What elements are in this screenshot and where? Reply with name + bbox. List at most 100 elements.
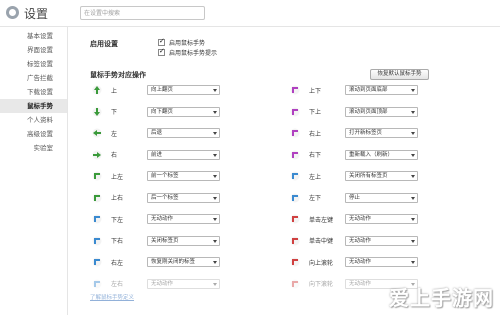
main-panel: 启用设置 启用鼠标手势 启用鼠标手势提示 鼠标手势对应操作 恢复默认鼠标手势 上…: [80, 27, 500, 315]
wheel-up-icon: [290, 257, 300, 267]
sidebar-item[interactable]: 实验室: [0, 141, 67, 155]
gesture-action-select[interactable]: 滚动到页面底部: [345, 85, 418, 95]
gesture-row: 右左 恢复刚关闭的标签: [92, 256, 220, 268]
select-value: 重新载入（刷新）: [349, 151, 394, 158]
gesture-label: 下左: [111, 216, 124, 224]
chevron-down-icon: [213, 89, 217, 92]
arrow-up-down-icon: [290, 85, 300, 95]
gesture-label: 下上: [309, 109, 322, 116]
header: 设置: [0, 0, 500, 27]
select-value: 滚动到页面顶部: [349, 108, 388, 115]
gesture-label: 左: [111, 130, 118, 138]
chevron-down-icon: [213, 218, 217, 221]
select-value: 无动动作: [349, 237, 372, 244]
chevron-down-icon: [213, 110, 217, 114]
gesture-row: 右下 重新载入（刷新）: [290, 149, 418, 161]
gesture-action-select[interactable]: 前进: [147, 149, 220, 160]
enable-hint-checkbox[interactable]: 启用鼠标手势提示: [158, 47, 217, 57]
wheel-down-icon: [290, 279, 300, 289]
sidebar-item[interactable]: 鼠标手势: [0, 99, 67, 113]
arrow-left-up-icon: [290, 171, 300, 181]
gesture-row: 下 向下翻页: [92, 106, 220, 118]
select-value: 打开新标签页: [349, 130, 383, 136]
gesture-action-select[interactable]: 无动动作: [345, 257, 418, 267]
gesture-action-select[interactable]: 停止: [345, 192, 418, 203]
search-input[interactable]: [80, 6, 205, 20]
restore-default-button[interactable]: 恢复默认鼠标手势: [370, 69, 429, 80]
arrow-right-down-icon: [290, 150, 300, 160]
gesture-help-link[interactable]: 了解鼠标手势定义: [90, 293, 134, 301]
gesture-label: 下: [111, 109, 118, 116]
chevron-down-icon: [411, 132, 415, 135]
chevron-down-icon: [411, 261, 415, 264]
middle-click-icon: [290, 236, 300, 246]
chevron-down-icon: [411, 153, 415, 157]
gesture-action-select[interactable]: 恢复刚关闭的标签: [147, 257, 220, 267]
gesture-label: 下右: [111, 238, 124, 245]
gesture-action-select[interactable]: 无动动作: [345, 235, 418, 246]
sidebar-item[interactable]: 个人资料: [0, 113, 67, 127]
arrow-right-left-icon: [92, 257, 102, 267]
gesture-row: 左上 关闭所有标签页: [290, 170, 418, 182]
gesture-label: 单击中键: [309, 238, 334, 245]
gesture-action-select[interactable]: 后退: [147, 128, 220, 138]
checkbox-checked-icon[interactable]: [158, 37, 165, 46]
sidebar-item[interactable]: 界面设置: [0, 43, 67, 57]
arrow-down-icon: [92, 107, 102, 117]
left-click-icon: [290, 214, 300, 224]
arrow-right-up-icon: [290, 128, 300, 138]
gesture-label: 上: [111, 87, 118, 95]
sidebar-item[interactable]: 广告拦截: [0, 71, 67, 85]
gesture-action-select[interactable]: 滚动到页面顶部: [345, 106, 418, 117]
select-value: 前进: [151, 151, 163, 158]
select-value: 向下翻页: [151, 108, 174, 115]
enable-gesture-checkbox[interactable]: 启用鼠标手势: [158, 37, 206, 47]
sidebar-item[interactable]: 标签设置: [0, 57, 67, 71]
gesture-row: 单击中键 无动动作: [290, 235, 418, 247]
gesture-action-select[interactable]: 无动动作: [345, 214, 418, 224]
gesture-row: 上右 后一个标签: [92, 192, 220, 204]
gesture-action-select[interactable]: 向上翻页: [147, 85, 220, 95]
sidebar-item[interactable]: 下载设置: [0, 85, 67, 99]
select-value: 无动动作: [349, 280, 372, 287]
arrow-left-icon: [92, 128, 102, 138]
arrow-up-left-icon: [92, 171, 102, 181]
gesture-action-select[interactable]: 无动动作: [147, 278, 220, 289]
gesture-row: 右 前进: [92, 149, 220, 161]
gesture-label: 向上滚轮: [309, 259, 334, 267]
chevron-down-icon: [213, 261, 217, 264]
sidebar-item[interactable]: 基本设置: [0, 29, 67, 43]
gesture-action-select[interactable]: 打开新标签页: [345, 128, 418, 138]
gesture-row: 下左 无动动作: [92, 213, 220, 225]
gesture-label: 左上: [309, 173, 322, 181]
select-value: 向上翻页: [151, 87, 174, 93]
gesture-action-select[interactable]: 关闭标签页: [147, 235, 220, 246]
select-value: 恢复刚关闭的标签: [151, 259, 196, 265]
gesture-label: 右左: [111, 259, 124, 267]
select-value: 后一个标签: [151, 194, 179, 201]
select-value: 无动动作: [151, 280, 174, 287]
checkbox-label: 启用鼠标手势: [169, 40, 206, 47]
gesture-action-select[interactable]: 无动动作: [147, 214, 220, 224]
gesture-label: 右上: [309, 130, 322, 138]
gesture-label: 左下: [309, 195, 322, 202]
select-value: 停止: [349, 194, 361, 201]
chevron-down-icon: [213, 282, 217, 286]
gesture-action-select[interactable]: 后一个标签: [147, 192, 220, 203]
chevron-down-icon: [411, 89, 415, 92]
gesture-action-select[interactable]: 向下翻页: [147, 106, 220, 117]
gesture-action-select[interactable]: 关闭所有标签页: [345, 171, 418, 181]
gesture-action-select[interactable]: 重新载入（刷新）: [345, 149, 418, 160]
select-value: 后退: [151, 130, 163, 136]
page-title: 设置: [24, 7, 49, 21]
checkbox-checked-icon[interactable]: [158, 47, 165, 56]
sidebar-item[interactable]: 高级设置: [0, 127, 67, 141]
chevron-down-icon: [411, 175, 415, 178]
gear-icon: [6, 6, 19, 19]
select-value: 前一个标签: [151, 173, 179, 179]
arrow-up-icon: [92, 85, 102, 95]
gesture-action-select[interactable]: 前一个标签: [147, 171, 220, 181]
chevron-down-icon: [213, 175, 217, 178]
chevron-down-icon: [411, 218, 415, 221]
sidebar: 基本设置 界面设置 标签设置 广告拦截 下载设置 鼠标手势 个人资料 高级设置 实验室: [0, 27, 68, 315]
